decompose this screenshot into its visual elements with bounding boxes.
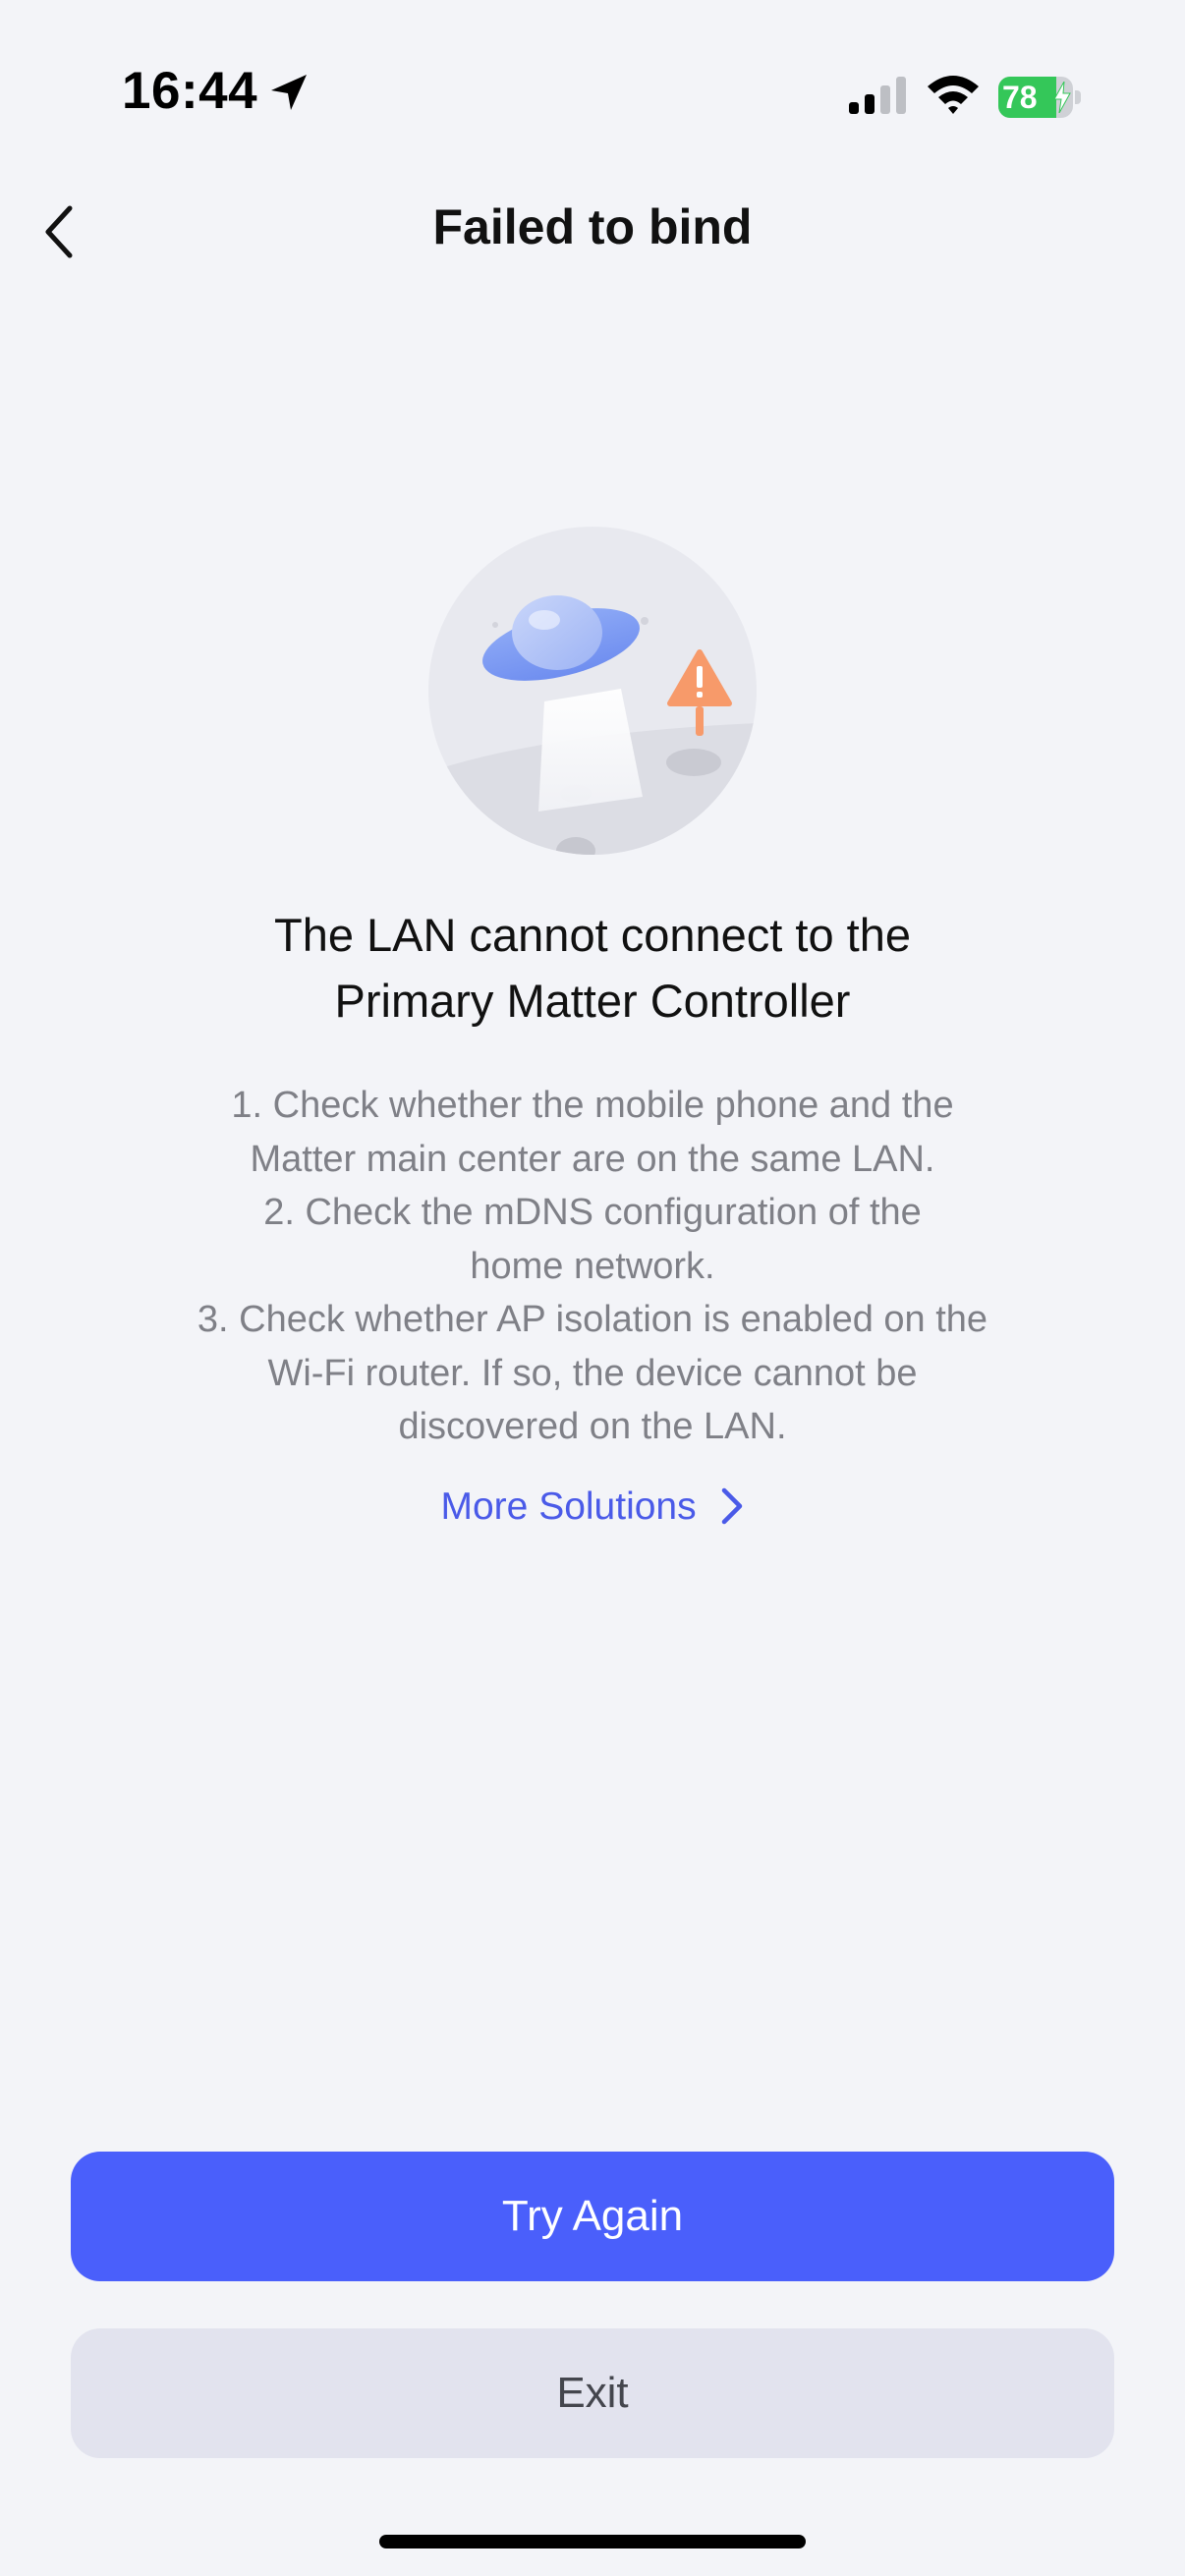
battery-body: 78 (998, 77, 1073, 118)
battery-level: 78 (1002, 80, 1038, 115)
tip-line: discovered on the LAN. (398, 1406, 787, 1447)
tip-line: Matter main center are on the same LAN. (250, 1138, 935, 1180)
status-bar: 16:44 78 (0, 0, 1185, 187)
tip-line: 3. Check whether AP isolation is enabled… (197, 1299, 988, 1340)
home-indicator (379, 2535, 806, 2548)
tip-line: 2. Check the mDNS configuration of the (263, 1192, 922, 1233)
battery-indicator: 78 (998, 77, 1081, 118)
headline-line-1: The LAN cannot connect to the (274, 909, 911, 961)
battery-charging-icon (1053, 82, 1071, 113)
error-headline: The LAN cannot connect to the Primary Ma… (147, 902, 1038, 1034)
exit-button[interactable]: Exit (71, 2328, 1114, 2458)
cellular-signal-icon (849, 77, 906, 114)
tip-line: 1. Check whether the mobile phone and th… (231, 1085, 954, 1126)
try-again-button[interactable]: Try Again (71, 2152, 1114, 2281)
tip-line: home network. (470, 1245, 715, 1287)
page-title: Failed to bind (432, 199, 753, 254)
battery-cap (1075, 90, 1081, 104)
chevron-right-icon (722, 1487, 743, 1524)
ufo-warning-illustration (428, 527, 757, 855)
wifi-icon (928, 76, 979, 114)
more-solutions-link[interactable]: More Solutions (0, 1485, 1185, 1529)
status-time: 16:44 (122, 62, 258, 120)
headline-line-2: Primary Matter Controller (334, 975, 851, 1027)
troubleshooting-tips: 1. Check whether the mobile phone and th… (128, 1079, 1057, 1454)
tip-line: Wi-Fi router. If so, the device cannot b… (267, 1352, 918, 1394)
location-arrow-icon (271, 75, 307, 110)
more-solutions-label: More Solutions (440, 1485, 697, 1528)
